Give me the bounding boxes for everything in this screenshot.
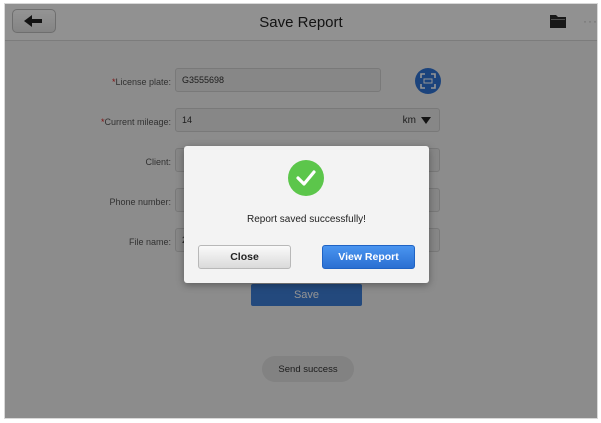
dialog-message: Report saved successfully! [247,214,366,225]
view-report-button[interactable]: View Report [322,245,415,269]
check-circle-icon [288,160,324,196]
success-dialog: Report saved successfully! Close View Re… [184,146,429,283]
close-button[interactable]: Close [198,245,291,269]
checkmark-icon [296,170,316,186]
screen: Save Report ··· *License plate: G3555698… [4,3,598,419]
